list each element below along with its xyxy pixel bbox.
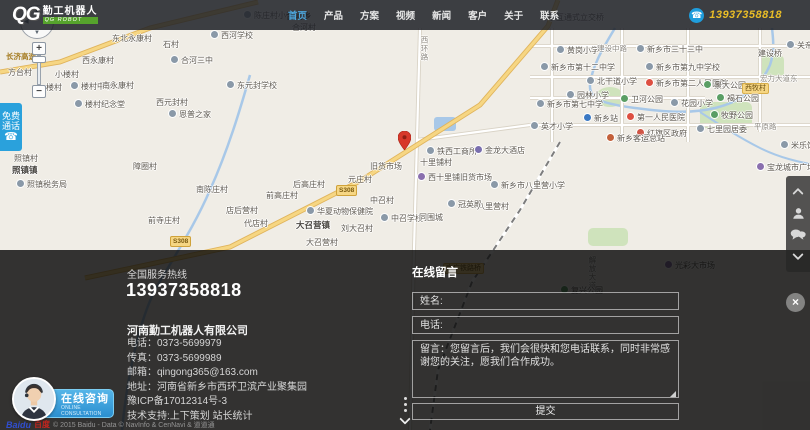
- nav-item[interactable]: 新闻: [432, 8, 451, 22]
- phone-icon: ☎: [689, 8, 704, 23]
- contact-line: 豫ICP备17012314号-3: [127, 395, 307, 410]
- nav-item[interactable]: 产品: [324, 8, 343, 22]
- nav-item[interactable]: 客户: [468, 8, 487, 22]
- contact-person-icon: [791, 206, 806, 221]
- dot: [404, 397, 407, 400]
- close-button[interactable]: ×: [786, 293, 805, 312]
- nav-item[interactable]: 联系: [540, 8, 559, 22]
- top-nav: QG 勤工机器人 QG ROBOT 首页 产品 方案 视频 新闻 客户 关于 联系 ☎ 139…: [0, 0, 810, 30]
- toolbar-chat-button[interactable]: [790, 227, 806, 243]
- logo-qg-text: QG: [12, 4, 40, 26]
- contact-line: 电话：0373-5699979: [127, 337, 307, 352]
- side-toolbar: [786, 176, 810, 272]
- contact-line: 传真：0373-5699989: [127, 352, 307, 367]
- nav-links: 首页 产品 方案 视频 新闻 客户 关于 联系: [288, 0, 559, 30]
- service-agent-avatar[interactable]: [12, 377, 56, 421]
- nav-item[interactable]: 关于: [504, 8, 523, 22]
- chevron-down-icon: [399, 413, 410, 424]
- contact-line: 地址：河南省新乡市西环卫滨产业聚集园: [127, 381, 307, 396]
- footer: 全国服务热线 13937358818 河南勤工机器人有限公司 电话：0373-5…: [0, 0, 810, 430]
- phone-input[interactable]: [412, 316, 679, 334]
- toolbar-contact-button[interactable]: [790, 205, 806, 221]
- logo-name-cn: 勤工机器人: [43, 6, 98, 17]
- scroll-down-indicator[interactable]: [398, 394, 412, 423]
- company-name: 河南勤工机器人有限公司: [127, 322, 248, 338]
- nav-item[interactable]: 视频: [396, 8, 415, 22]
- logo-name-en: QG ROBOT: [43, 17, 98, 24]
- dot: [404, 403, 407, 406]
- submit-button[interactable]: 提交: [412, 403, 679, 420]
- nav-item[interactable]: 首页: [288, 8, 307, 22]
- message-textarea[interactable]: [412, 340, 679, 398]
- name-input[interactable]: [412, 292, 679, 310]
- agent-photo: [14, 379, 54, 419]
- online-consult-subtitle: ONLINE CONSULTATION: [61, 405, 113, 417]
- hotline-number: 13937358818: [126, 280, 242, 301]
- toolbar-scroll-down-button[interactable]: [790, 248, 806, 264]
- contact-lines: 电话：0373-5699979传真：0373-5699989邮箱：qingong…: [127, 337, 307, 424]
- chevron-down-icon: [792, 249, 803, 260]
- chat-bubbles-icon: [790, 228, 806, 241]
- toolbar-scroll-up-button[interactable]: [790, 184, 806, 200]
- nav-phone-number: 13937358818: [709, 9, 782, 21]
- message-form-title: 在线留言: [412, 264, 458, 280]
- attribution-text: © 2015 Baidu - Data © NavInfo & CenNavi …: [53, 420, 215, 430]
- nav-item[interactable]: 方案: [360, 8, 379, 22]
- hotline-label: 全国服务热线: [127, 266, 187, 281]
- online-consult-title: 在线咨询: [61, 393, 113, 405]
- textarea-resize-handle[interactable]: [670, 391, 676, 397]
- nav-phone-block: ☎ 13937358818: [689, 0, 782, 30]
- chevron-up-icon: [792, 188, 803, 199]
- baidu-logo: Baidu: [6, 420, 31, 430]
- page: 陈庄村小学合河乡合河村环宇互通式立交桥东北永康村石村西河学校长济高速方台村西永康…: [0, 0, 810, 430]
- brand-logo[interactable]: QG 勤工机器人 QG ROBOT: [12, 4, 98, 26]
- dot: [404, 409, 407, 412]
- contact-line: 邮箱：qingong365@163.com: [127, 366, 307, 381]
